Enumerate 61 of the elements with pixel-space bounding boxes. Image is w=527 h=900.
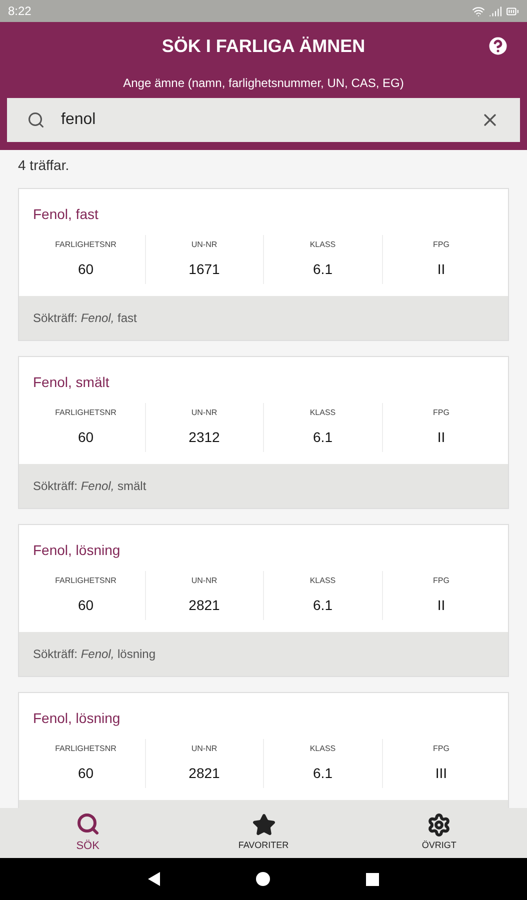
search-hint: Ange ämne (namn, farlighetsnummer, UN, CAS, EG) — [123, 75, 404, 92]
status-time: 8:22 — [8, 3, 32, 20]
field-value: 2821 — [188, 596, 220, 615]
field-value: II — [437, 260, 446, 279]
substance-name: Fenol, lösning — [33, 542, 120, 558]
field-label: FARLIGHETSNR — [55, 407, 116, 419]
result-card[interactable]: Fenol, fast FARLIGHETSNR 60 UN-NR 1671 KLASS 6.1 FPG II Sökträff: Fenol, fast — [18, 188, 509, 341]
result-card[interactable]: Fenol, lösning FARLIGHETSNR 60 UN-NR 2821 KLASS 6.1 FPG II Sökträff: Fenol, lösning — [18, 524, 509, 677]
search-icon — [76, 812, 100, 836]
match-text: Sökträff: Fenol, lösning — [33, 646, 156, 663]
search-input[interactable]: fenol — [61, 108, 464, 132]
nav-tab[interactable]: FAVORITER — [176, 808, 352, 858]
battery-icon — [506, 4, 519, 18]
substance-name: Fenol, lösning — [33, 710, 120, 726]
field-label: FARLIGHETSNR — [55, 743, 116, 755]
field-label: FPG — [433, 407, 450, 419]
result-count: 4 träffar. — [18, 157, 70, 173]
field-label: FPG — [433, 575, 450, 587]
substance-name: Fenol, smält — [33, 374, 110, 390]
field-value: 2312 — [188, 428, 220, 447]
search-field[interactable]: fenol — [7, 98, 520, 142]
field-label: UN-NR — [191, 575, 218, 587]
field-label: UN-NR — [191, 743, 218, 755]
field-value: 2821 — [188, 764, 220, 783]
settings-icon — [427, 813, 452, 838]
field-value: 6.1 — [313, 596, 332, 615]
field-value: II — [437, 596, 446, 615]
field-label: UN-NR — [191, 407, 218, 419]
field-value: 60 — [78, 260, 94, 279]
field-label: FARLIGHETSNR — [55, 239, 116, 251]
field-value: III — [435, 764, 448, 783]
field-label: KLASS — [310, 575, 336, 587]
field-label: KLASS — [310, 407, 336, 419]
field-value: 6.1 — [313, 260, 332, 279]
search-icon — [27, 111, 45, 129]
field-value: 60 — [78, 596, 94, 615]
field-value: 6.1 — [313, 764, 332, 783]
field-value: II — [437, 428, 446, 447]
wifi-icon — [472, 4, 485, 18]
match-text: Sökträff: Fenol, smält — [33, 478, 146, 495]
match-text: Sökträff: Fenol, fast — [33, 310, 137, 327]
field-label: FARLIGHETSNR — [55, 575, 116, 587]
field-label: UN-NR — [191, 239, 218, 251]
field-label: FPG — [433, 239, 450, 251]
page-title: SÖK I FARLIGA ÄMNEN — [162, 34, 366, 58]
recents-icon[interactable] — [366, 872, 379, 886]
field-label: FPG — [433, 743, 450, 755]
field-label: KLASS — [310, 743, 336, 755]
field-label: KLASS — [310, 239, 336, 251]
field-value: 1671 — [188, 260, 220, 279]
home-icon[interactable] — [256, 872, 270, 886]
nav-tab[interactable]: ÖVRIGT — [351, 808, 527, 858]
result-card[interactable]: Fenol, lösning FARLIGHETSNR 60 UN-NR 2821 KLASS 6.1 FPG III — [18, 692, 509, 808]
field-value: 60 — [78, 764, 94, 783]
star-icon — [252, 813, 276, 838]
field-value: 6.1 — [313, 428, 332, 447]
nav-tab[interactable]: SÖK — [0, 808, 176, 858]
back-icon[interactable] — [148, 872, 160, 886]
substance-name: Fenol, fast — [33, 206, 98, 222]
result-card[interactable]: Fenol, smält FARLIGHETSNR 60 UN-NR 2312 KLASS 6.1 FPG II Sökträff: Fenol, smält — [18, 356, 509, 509]
field-value: 60 — [78, 428, 94, 447]
